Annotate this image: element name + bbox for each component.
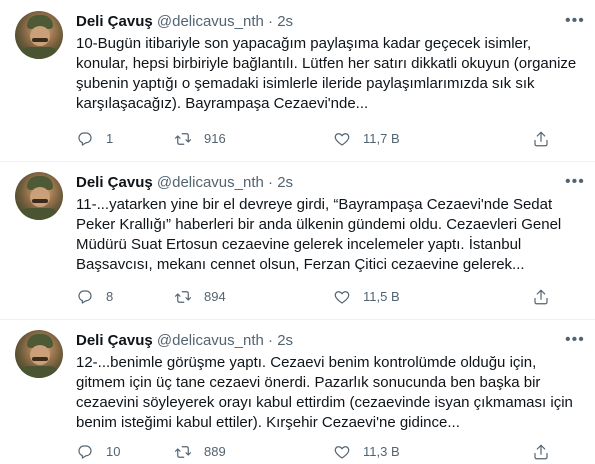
author-name[interactable]: Deli Çavuş bbox=[76, 174, 153, 191]
timestamp[interactable]: 2s bbox=[277, 174, 293, 191]
heart-icon bbox=[334, 133, 350, 146]
heart-icon bbox=[334, 291, 350, 304]
like-button[interactable]: 11,5 B bbox=[333, 288, 400, 306]
tweet[interactable]: Deli Çavuş @delicavus_nth · 2s ••• 10-Bu… bbox=[0, 11, 595, 161]
share-icon bbox=[534, 131, 548, 147]
tweet-actions: 10 889 11,3 B bbox=[76, 443, 576, 463]
tweet-text: 11-...yatarken yine bir el devreye girdi… bbox=[76, 195, 576, 275]
retweet-count: 894 bbox=[204, 289, 226, 304]
tweet-text-line: gitmem için üç tane cezaevi önerdi. Paza… bbox=[76, 374, 541, 391]
share-button[interactable] bbox=[532, 130, 550, 148]
timestamp[interactable]: 2s bbox=[277, 13, 293, 30]
timestamp[interactable]: 2s bbox=[277, 332, 293, 349]
reply-icon bbox=[78, 445, 92, 459]
separator: · bbox=[268, 332, 274, 349]
tweet-text-line: Müdürü Suat Ertosun cezaevine gelerek in… bbox=[76, 236, 522, 253]
tweet-text-line: cezaevini söyleyerek orayı kabul ettirdi… bbox=[76, 394, 573, 411]
tweet-header: Deli Çavuş @delicavus_nth · 2s bbox=[76, 331, 293, 351]
tweet-text-line: Peker Krallığı” haberleri bir anda ülken… bbox=[76, 216, 562, 233]
like-button[interactable]: 11,3 B bbox=[333, 443, 400, 461]
author-handle[interactable]: @delicavus_nth bbox=[157, 13, 264, 30]
tweet-text-line: konular, hepsi birbiriyle bağlantılı. Lü… bbox=[76, 55, 577, 72]
tweet-text-line: karşılaşacağız). Bayrampaşa Cezaevi'nde.… bbox=[76, 95, 369, 112]
tweet-text-line: benim isteğimi kabul ettiler). Kırşehir … bbox=[76, 414, 460, 431]
heart-icon bbox=[334, 446, 350, 459]
retweet-button[interactable]: 894 bbox=[174, 288, 226, 306]
retweet-count: 889 bbox=[204, 444, 226, 459]
share-icon bbox=[534, 444, 548, 460]
more-horizontal-icon[interactable]: ••• bbox=[565, 332, 585, 348]
tweet-actions: 8 894 11,5 B bbox=[76, 288, 576, 308]
tweet-text-line: 10-Bugün itibariyle son yapacağım paylaş… bbox=[76, 35, 532, 52]
separator: · bbox=[268, 13, 274, 30]
retweet-count: 916 bbox=[204, 131, 226, 146]
more-horizontal-icon[interactable]: ••• bbox=[565, 174, 585, 190]
avatar[interactable] bbox=[15, 172, 63, 220]
like-count: 11,7 B bbox=[363, 131, 400, 146]
more-horizontal-icon[interactable]: ••• bbox=[565, 13, 585, 29]
reply-count: 8 bbox=[106, 289, 114, 304]
author-handle[interactable]: @delicavus_nth bbox=[157, 332, 264, 349]
reply-button[interactable]: 10 bbox=[76, 443, 120, 461]
tweet-divider bbox=[0, 161, 595, 162]
tweet-header: Deli Çavuş @delicavus_nth · 2s bbox=[76, 12, 293, 32]
author-name[interactable]: Deli Çavuş bbox=[76, 13, 153, 30]
tweet-text-line: 12-...benimle görüşme yaptı. Cezaevi ben… bbox=[76, 354, 537, 371]
share-button[interactable] bbox=[532, 443, 550, 461]
retweet-icon bbox=[174, 291, 192, 303]
tweet-text-line: şubenin yaptığı o şemadaki isimlerle ile… bbox=[76, 75, 535, 92]
author-handle[interactable]: @delicavus_nth bbox=[157, 174, 264, 191]
retweet-button[interactable]: 916 bbox=[174, 130, 226, 148]
reply-icon bbox=[78, 132, 92, 146]
retweet-icon bbox=[174, 446, 192, 458]
avatar[interactable] bbox=[15, 330, 63, 378]
retweet-icon bbox=[174, 133, 192, 145]
reply-button[interactable]: 8 bbox=[76, 288, 113, 306]
tweet[interactable]: Deli Çavuş @delicavus_nth · 2s ••• 11-..… bbox=[0, 172, 595, 322]
separator: · bbox=[268, 174, 274, 191]
like-count: 11,5 B bbox=[363, 289, 400, 304]
tweet-text: 12-...benimle görüşme yaptı. Cezaevi ben… bbox=[76, 353, 576, 433]
reply-count: 1 bbox=[106, 131, 114, 146]
tweet-header: Deli Çavuş @delicavus_nth · 2s bbox=[76, 173, 293, 193]
share-icon bbox=[534, 289, 548, 305]
reply-count: 10 bbox=[106, 444, 121, 459]
author-name[interactable]: Deli Çavuş bbox=[76, 332, 153, 349]
tweet-text-line: Başsavcısı, mekanı cennet olsun, Ferzan … bbox=[76, 256, 525, 273]
like-count: 11,3 B bbox=[363, 444, 400, 459]
tweet-text-line: 11-...yatarken yine bir el devreye girdi… bbox=[76, 196, 553, 213]
like-button[interactable]: 11,7 B bbox=[333, 130, 400, 148]
tweet-text: 10-Bugün itibariyle son yapacağım paylaş… bbox=[76, 34, 576, 114]
tweet-actions: 1 916 11,7 B bbox=[76, 130, 576, 150]
share-button[interactable] bbox=[532, 288, 550, 306]
reply-button[interactable]: 1 bbox=[76, 130, 113, 148]
tweet-divider bbox=[0, 319, 595, 320]
retweet-button[interactable]: 889 bbox=[174, 443, 226, 461]
avatar[interactable] bbox=[15, 11, 63, 59]
tweet[interactable]: Deli Çavuş @delicavus_nth · 2s ••• 12-..… bbox=[0, 330, 595, 464]
reply-icon bbox=[78, 290, 92, 304]
